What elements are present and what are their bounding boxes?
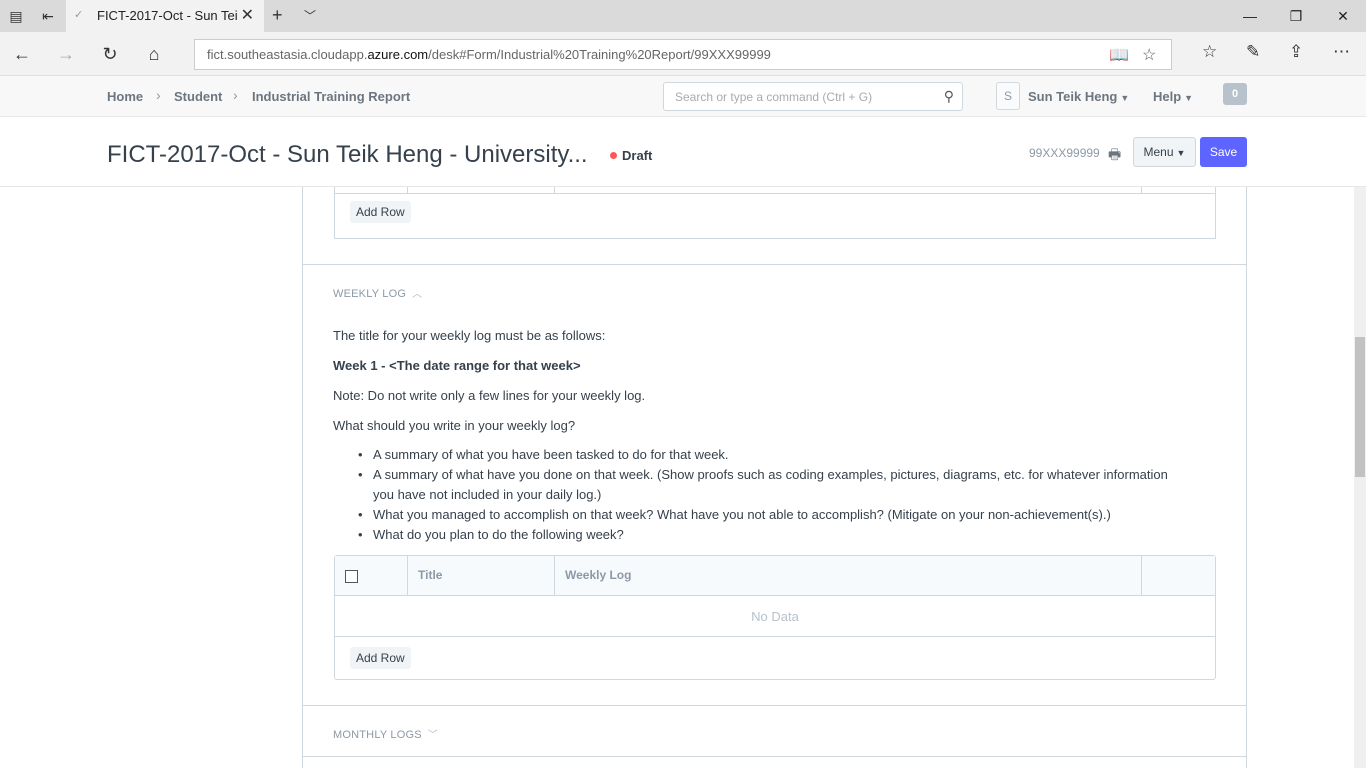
web-note-icon[interactable]: ✎ <box>1246 42 1260 62</box>
favorite-star-icon[interactable]: ☆ <box>1142 45 1156 65</box>
grid-divider <box>1141 556 1142 596</box>
notification-badge[interactable]: 0 <box>1223 83 1247 105</box>
tab-manager-icon[interactable]: ▤ <box>6 6 26 26</box>
list-item: What you managed to accomplish on that w… <box>358 505 1178 525</box>
section-divider <box>303 705 1246 706</box>
search-placeholder: Search or type a command (Ctrl + G) <box>675 90 873 104</box>
grid-divider <box>1141 187 1142 194</box>
column-title: Title <box>418 568 443 582</box>
grid-divider <box>554 187 555 194</box>
caret-down-icon: ▼ <box>1176 148 1186 158</box>
chevron-up-icon: ︿ <box>412 289 423 300</box>
close-window-icon[interactable]: ✕ <box>1320 0 1366 32</box>
restore-icon[interactable]: ❐ <box>1273 0 1319 32</box>
tab-list-chevron-icon[interactable]: ﹀ <box>304 7 316 24</box>
more-icon[interactable]: ⋯ <box>1333 42 1350 62</box>
scrollbar-thumb[interactable] <box>1355 337 1365 477</box>
section-heading-weekly-log[interactable]: WEEKLY LOG ︿ <box>333 285 422 300</box>
tab-title: FICT-2017-Oct - Sun Tei <box>97 8 237 23</box>
status-label: Draft <box>622 148 653 163</box>
help-menu[interactable]: Help ▼ <box>1153 89 1193 104</box>
status-dot <box>610 152 617 159</box>
document-name: 99XXX99999 <box>1029 146 1100 160</box>
reading-view-icon[interactable]: 📖 <box>1109 45 1129 65</box>
column-weekly-log: Weekly Log <box>565 568 632 582</box>
weekly-log-note: Note: Do not write only a few lines for … <box>333 388 646 403</box>
chevron-right-icon: › <box>233 87 238 103</box>
search-icon[interactable]: ⚲ <box>944 88 954 105</box>
weekly-log-question: What should you write in your weekly log… <box>333 418 576 433</box>
weekly-log-guidelines: A summary of what you have been tasked t… <box>358 445 1178 545</box>
list-item: A summary of what you have been tasked t… <box>358 445 1178 465</box>
weekly-log-grid: Title Weekly Log No Data Add Row <box>334 555 1216 680</box>
page-title: FICT-2017-Oct - Sun Teik Heng - Universi… <box>107 141 588 168</box>
grid-divider <box>554 556 555 596</box>
add-row-button[interactable]: Add Row <box>350 201 411 223</box>
page-head: FICT-2017-Oct - Sun Teik Heng - Universi… <box>0 117 1366 187</box>
section-divider <box>303 264 1246 265</box>
refresh-icon[interactable]: ↻ <box>98 42 122 66</box>
list-item: A summary of what have you done on that … <box>358 465 1178 505</box>
page-scrollbar[interactable] <box>1354 187 1366 768</box>
close-tab-icon[interactable]: ✕ <box>241 5 254 25</box>
home-icon[interactable]: ⌂ <box>142 42 166 66</box>
chevron-right-icon: › <box>156 87 161 103</box>
list-item: What do you plan to do the following wee… <box>358 525 1178 545</box>
chevron-down-icon: ﹀ <box>427 730 438 741</box>
previous-grid-row <box>335 187 1215 194</box>
forward-icon[interactable]: → <box>54 42 78 66</box>
section-heading-label: WEEKLY LOG <box>333 288 407 300</box>
menu-label: Menu <box>1143 145 1174 159</box>
user-name: Sun Teik Heng <box>1028 89 1118 104</box>
caret-down-icon: ▼ <box>1184 93 1194 103</box>
set-aside-tabs-icon[interactable]: ⇤ <box>38 6 58 26</box>
share-icon[interactable]: ⇪ <box>1289 42 1303 62</box>
select-all-checkbox[interactable] <box>345 570 358 583</box>
form-body: Add Row WEEKLY LOG ︿ The title for your w… <box>302 187 1247 768</box>
section-heading-label: MONTHLY LOGS <box>333 729 422 741</box>
search-input[interactable]: Search or type a command (Ctrl + G) ⚲ <box>663 82 963 111</box>
favorites-hub-icon[interactable]: ☆ <box>1202 42 1217 62</box>
grid-divider <box>407 556 408 596</box>
breadcrumb-home[interactable]: Home <box>107 89 143 104</box>
breadcrumb-industrial-training-report[interactable]: Industrial Training Report <box>252 89 410 104</box>
grid-header: Title Weekly Log <box>335 556 1215 596</box>
section-heading-monthly-logs[interactable]: MONTHLY LOGS ﹀ <box>333 726 438 741</box>
help-label: Help <box>1153 89 1182 104</box>
favicon-icon: ✓ <box>74 9 84 21</box>
grid-empty-state: No Data <box>335 596 1215 637</box>
status-indicator: Draft <box>610 148 652 163</box>
section-divider <box>303 756 1246 757</box>
weekly-log-intro: The title for your weekly log must be as… <box>333 328 606 343</box>
grid-divider <box>407 187 408 194</box>
weekly-log-format: Week 1 - <The date range for that week> <box>333 358 581 373</box>
previous-grid: Add Row <box>334 187 1216 239</box>
url-text: fict.southeastasia.cloudapp.azure.com/de… <box>207 47 771 62</box>
save-button[interactable]: Save <box>1200 137 1247 167</box>
new-tab-icon[interactable]: + <box>272 5 283 26</box>
back-icon[interactable]: ← <box>10 42 34 66</box>
address-bar[interactable]: fict.southeastasia.cloudapp.azure.com/de… <box>194 39 1172 70</box>
browser-nav-bar: ← → ↻ ⌂ fict.southeastasia.cloudapp.azur… <box>0 32 1366 76</box>
menu-button[interactable]: Menu ▼ <box>1133 137 1196 167</box>
minimize-icon[interactable]: — <box>1227 0 1273 32</box>
breadcrumb-student[interactable]: Student <box>174 89 222 104</box>
user-menu[interactable]: Sun Teik Heng ▼ <box>1028 89 1129 104</box>
app-navbar: Home › Student › Industrial Training Rep… <box>0 76 1366 117</box>
browser-tab-bar: ▤ ⇤ ✓ FICT-2017-Oct - Sun Tei ✕ + ﹀ — ❐ … <box>0 0 1366 32</box>
print-icon[interactable]: 🖶 <box>1108 144 1121 168</box>
avatar[interactable]: S <box>996 82 1020 110</box>
caret-down-icon: ▼ <box>1120 93 1130 103</box>
browser-tab[interactable]: ✓ FICT-2017-Oct - Sun Tei ✕ <box>66 0 264 32</box>
add-row-button[interactable]: Add Row <box>350 647 411 669</box>
